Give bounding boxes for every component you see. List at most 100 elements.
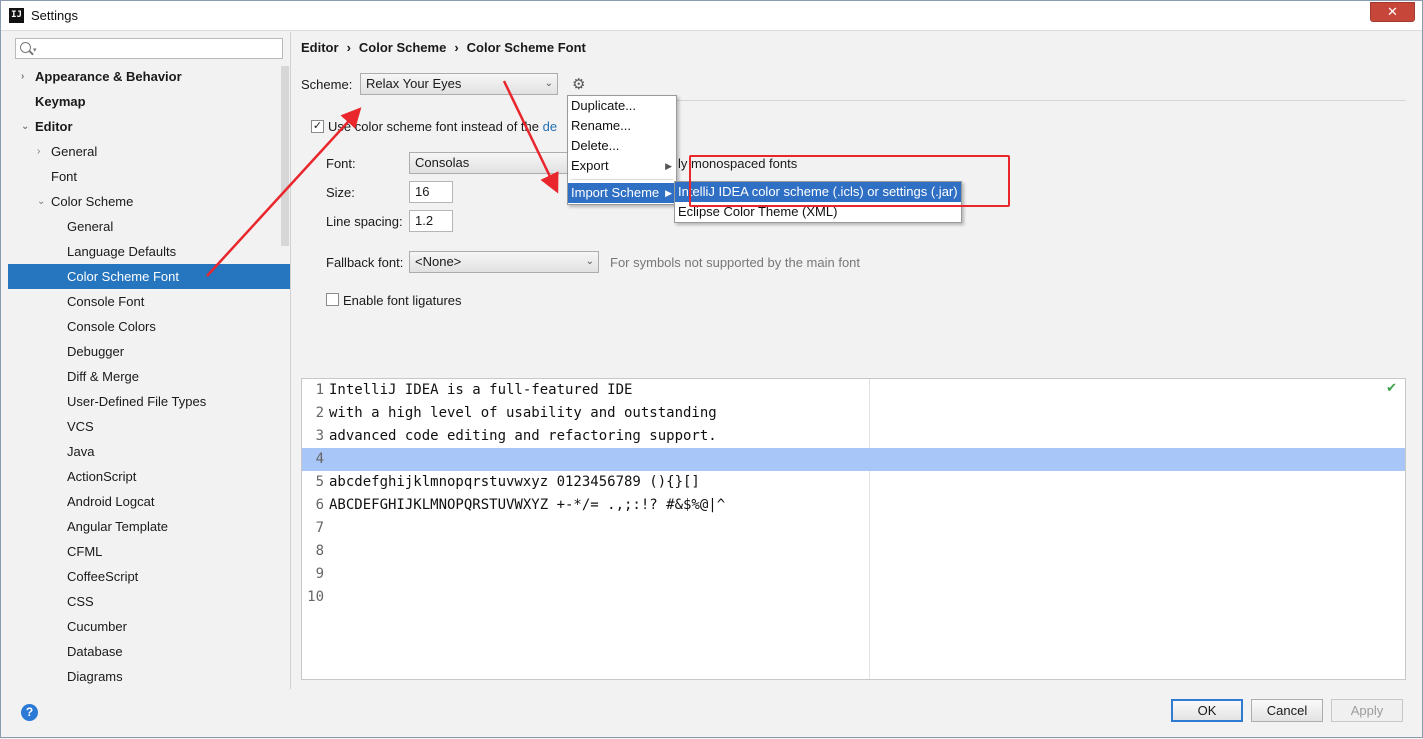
sidebar-item-label: CSS [67,594,94,609]
line-spacing-input[interactable]: 1.2 [409,210,453,232]
sidebar-item-cs-general[interactable]: General [8,214,290,239]
sidebar-item-label: Cucumber [67,619,127,634]
sidebar-item-label: General [67,219,114,234]
sidebar-scrollbar[interactable] [281,66,289,246]
font-preview-editor[interactable]: ✔ 1 IntelliJ IDEA is a full-featured IDE … [301,378,1406,680]
code-text: ABCDEFGHIJKLMNOPQRSTUVWXYZ +-*/= .,;:!? … [329,497,726,513]
line-number: 5 [315,474,324,490]
sidebar-item-cucumber[interactable]: Cucumber [8,614,290,639]
code-line: 8 [302,540,1405,563]
sidebar-item-language-defaults[interactable]: Language Defaults [8,239,290,264]
sidebar-item-angular-template[interactable]: Angular Template [8,514,290,539]
size-label: Size: [326,185,355,200]
default-link[interactable]: de [543,119,557,134]
sidebar-item-label: VCS [67,419,94,434]
sidebar-item-coffeescript[interactable]: CoffeeScript [8,564,290,589]
collapse-arrow-icon[interactable]: ⌄ [37,189,45,214]
line-number: 1 [315,382,324,398]
line-number: 2 [315,405,324,421]
submenu-arrow-icon: ▶ [665,161,672,171]
menu-item-rename[interactable]: Rename... [568,116,676,136]
code-line: 2 with a high level of usability and outs… [302,402,1405,425]
fallback-font-select[interactable]: <None> ⌄ [409,251,599,273]
chevron-down-icon: ⌄ [585,256,594,267]
sidebar-item-keymap[interactable]: Keymap [8,89,290,114]
annotation-highlight-box [689,155,1010,207]
scheme-select[interactable]: Relax Your Eyes ⌄ [360,73,558,95]
sidebar-item-label: Font [51,169,78,184]
sidebar-item-color-scheme[interactable]: ⌄ Color Scheme [8,189,290,214]
sidebar-item-appearance-behavior[interactable]: › Appearance & Behavior [8,64,290,89]
fallback-font-label: Fallback font: [326,255,404,270]
collapse-arrow-icon[interactable]: ⌄ [21,114,29,139]
expand-arrow-icon[interactable]: › [21,64,24,89]
expand-arrow-icon[interactable]: › [37,139,40,164]
sidebar-item-label: Diagrams [67,669,123,684]
sidebar-item-label: Android Logcat [67,494,155,509]
sidebar-item-font[interactable]: Font [8,164,290,189]
use-scheme-font-checkbox[interactable]: ✓ [311,120,324,133]
sidebar-item-label: Console Colors [67,319,156,334]
sidebar-item-label: Angular Template [67,519,168,534]
search-dropdown-icon[interactable]: ▾ [33,46,37,54]
line-number: 3 [315,428,324,444]
sidebar-item-color-scheme-font[interactable]: Color Scheme Font [8,264,290,289]
menu-item-delete[interactable]: Delete... [568,136,676,156]
line-number: 4 [315,451,324,467]
sidebar-item-label: Diff & Merge [67,369,140,384]
sidebar-item-label: Console Font [67,294,145,309]
sidebar-item-user-defined-file-types[interactable]: User-Defined File Types [8,389,290,414]
cancel-button[interactable]: Cancel [1251,699,1323,722]
apply-button[interactable]: Apply [1331,699,1403,722]
sidebar-item-label: ActionScript [67,469,137,484]
font-label: Font: [326,156,356,171]
size-input[interactable]: 16 [409,181,453,203]
sidebar-item-console-colors[interactable]: Console Colors [8,314,290,339]
line-spacing-label: Line spacing: [326,214,403,229]
scheme-select-value: Relax Your Eyes [366,76,462,91]
help-icon[interactable]: ? [21,704,38,721]
code-text: with a high level of usability and outst… [329,405,717,421]
submenu-arrow-icon: ▶ [665,188,672,198]
sidebar-item-java[interactable]: Java [8,439,290,464]
line-number: 8 [315,543,324,559]
code-line: 7 [302,517,1405,540]
sidebar-item-label: General [51,144,98,159]
gear-icon[interactable]: ⚙ [572,77,585,92]
close-window-button[interactable]: ✕ [1370,2,1415,22]
font-select[interactable]: Consolas [409,152,569,174]
line-number: 7 [315,520,324,536]
sidebar-item-console-font[interactable]: Console Font [8,289,290,314]
code-line: 6 ABCDEFGHIJKLMNOPQRSTUVWXYZ +-*/= .,;:!?… [302,494,1405,517]
menu-separator [571,179,673,180]
sidebar-item-css[interactable]: CSS [8,589,290,614]
font-ligatures-label: Enable font ligatures [343,293,462,308]
sidebar-item-label: User-Defined File Types [67,394,207,409]
sidebar-item-vcs[interactable]: VCS [8,414,290,439]
sidebar-item-diff-merge[interactable]: Diff & Merge [8,364,290,389]
sidebar-item-diagrams[interactable]: Diagrams [8,664,290,689]
menu-item-import-scheme[interactable]: Import Scheme ▶ [568,183,676,203]
sidebar-item-label: Keymap [35,94,86,109]
code-line-current: 4 [302,448,1405,471]
settings-sidebar: ▾ › Appearance & Behavior Keymap ⌄ Edito… [8,32,291,689]
code-line: 5 abcdefghijklmnopqrstuvwxyz 0123456789 (… [302,471,1405,494]
code-text: advanced code editing and refactoring su… [329,428,717,444]
sidebar-item-debugger[interactable]: Debugger [8,339,290,364]
sidebar-item-editor[interactable]: ⌄ Editor [8,114,290,139]
menu-item-duplicate[interactable]: Duplicate... [568,96,676,116]
menu-item-label: Import Scheme [571,185,660,200]
ok-button[interactable]: OK [1171,699,1243,722]
font-ligatures-checkbox[interactable] [326,293,339,306]
sidebar-item-label: Java [67,444,95,459]
menu-item-export[interactable]: Export ▶ [568,156,676,176]
settings-search-input[interactable]: ▾ [15,38,283,59]
chevron-down-icon: ⌄ [544,78,553,89]
sidebar-item-database[interactable]: Database [8,639,290,664]
sidebar-item-general[interactable]: › General [8,139,290,164]
sidebar-item-cfml[interactable]: CFML [8,539,290,564]
use-scheme-font-label: Use color scheme font instead of the de [328,119,557,134]
sidebar-item-actionscript[interactable]: ActionScript [8,464,290,489]
breadcrumb-separator-icon: › [454,40,459,55]
sidebar-item-android-logcat[interactable]: Android Logcat [8,489,290,514]
